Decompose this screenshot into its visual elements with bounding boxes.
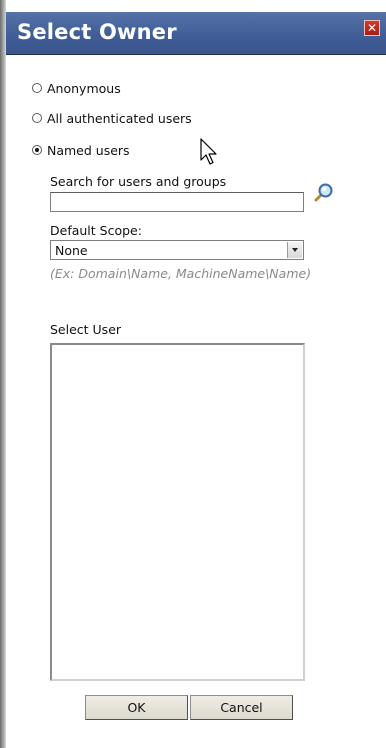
radio-button[interactable] (32, 83, 42, 93)
radio-label-anonymous: Anonymous (47, 80, 121, 96)
default-scope-value: None (55, 243, 88, 258)
radio-button[interactable] (32, 113, 42, 123)
search-icon[interactable] (312, 182, 334, 204)
radio-anonymous[interactable]: Anonymous (32, 79, 121, 97)
default-scope-select[interactable]: None (50, 240, 304, 260)
close-icon[interactable]: ✕ (364, 20, 380, 36)
radio-button-checked[interactable] (32, 145, 42, 155)
radio-all-authenticated-users[interactable]: All authenticated users (32, 109, 192, 127)
window-left-edge (0, 0, 6, 748)
default-scope-label: Default Scope: (50, 223, 142, 238)
dialog-title: Select Owner (17, 20, 177, 44)
select-user-label: Select User (50, 322, 122, 337)
search-input[interactable] (50, 192, 304, 212)
chevron-down-icon[interactable] (287, 242, 302, 258)
radio-label-all-authenticated-users: All authenticated users (47, 110, 192, 126)
mouse-pointer-icon (200, 138, 217, 165)
radio-label-named-users: Named users (47, 142, 130, 158)
dialog-titlebar[interactable]: Select Owner ✕ (6, 12, 386, 55)
scope-hint: (Ex: Domain\Name, MachineName\Name) (50, 266, 312, 281)
cancel-button[interactable]: Cancel (190, 695, 293, 720)
select-user-listbox[interactable] (50, 343, 305, 681)
radio-named-users[interactable]: Named users (32, 141, 130, 159)
ok-button[interactable]: OK (85, 695, 188, 720)
search-label: Search for users and groups (50, 174, 227, 189)
